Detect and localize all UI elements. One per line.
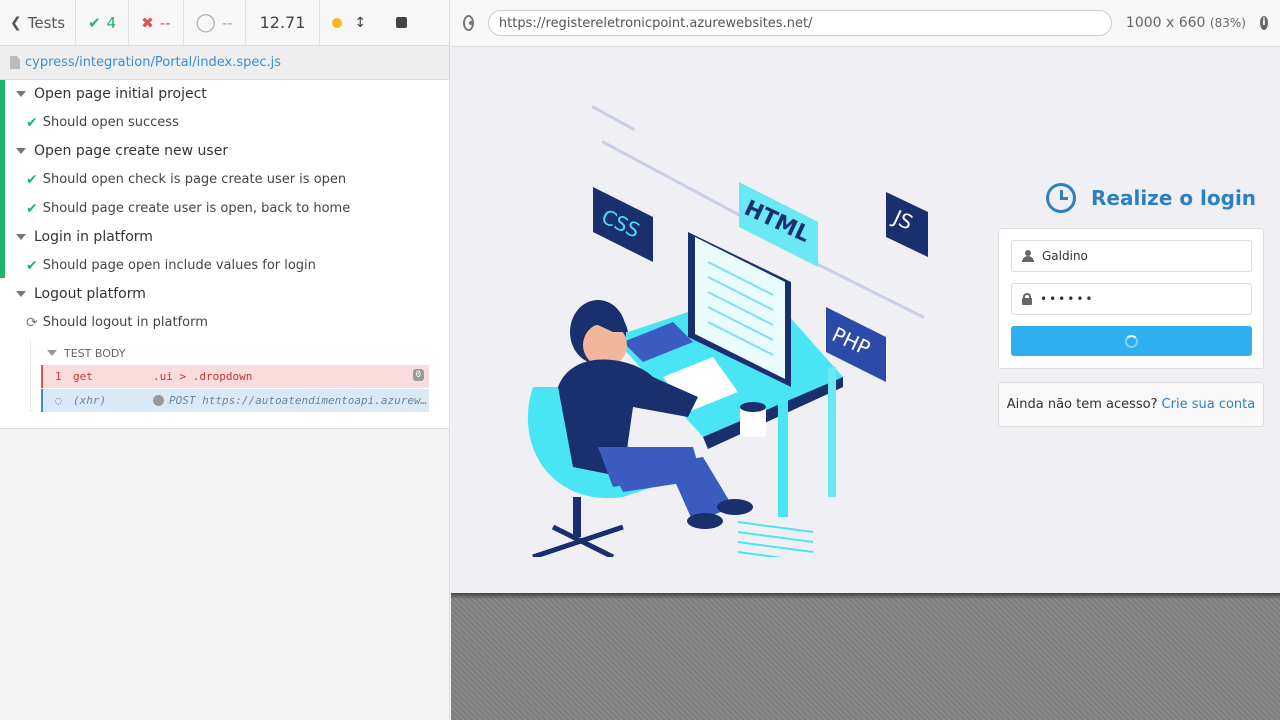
app-page: CSS HTML JS PHP Realize o login Galdino … bbox=[451, 47, 1280, 593]
runnables-list: Open page initial project ✔ Should open … bbox=[0, 80, 449, 429]
status-dot-icon bbox=[332, 17, 343, 28]
check-icon: ✔ bbox=[88, 13, 101, 32]
info-icon[interactable]: i bbox=[1259, 16, 1268, 30]
create-account-link[interactable]: Crie sua conta bbox=[1162, 397, 1256, 412]
username-field[interactable]: Galdino bbox=[1011, 240, 1252, 272]
spec-path[interactable]: cypress/integration/Portal/index.spec.js bbox=[25, 55, 281, 70]
url-field[interactable]: https://registereletronicpoint.azurewebs… bbox=[487, 10, 1112, 36]
tests-button[interactable]: ❮ Tests bbox=[0, 0, 77, 46]
x-icon: ✖ bbox=[141, 13, 154, 32]
command-row[interactable]: 1 get .ui > .dropdown 0 bbox=[41, 365, 429, 388]
suite-title[interactable]: Logout platform bbox=[0, 280, 449, 308]
failed-count: ✖ -- bbox=[129, 0, 184, 46]
clock-icon bbox=[1046, 183, 1076, 213]
refresh-icon: ⟳ bbox=[26, 314, 38, 331]
login-heading: Realize o login bbox=[1046, 183, 1256, 213]
user-icon bbox=[1022, 250, 1034, 262]
caret-down-icon bbox=[16, 234, 26, 240]
passed-count: ✔ 4 bbox=[76, 0, 130, 46]
aut-panel: https://registereletronicpoint.azurewebs… bbox=[451, 0, 1280, 720]
auto-scroll-icon[interactable]: ↕ bbox=[354, 15, 366, 31]
command-row-xhr[interactable]: ◌ (xhr) POST https://autoatendimentoapi.… bbox=[41, 389, 429, 412]
reporter-panel: ❮ Tests ✔ 4 ✖ -- ◯ -- 12.71 ↕ cypress/in… bbox=[0, 0, 450, 720]
pending-count: ◯ -- bbox=[184, 0, 246, 46]
loading-spinner-icon bbox=[1125, 334, 1138, 348]
stop-icon bbox=[396, 17, 408, 28]
url-bar: https://registereletronicpoint.azurewebs… bbox=[451, 0, 1280, 47]
circle-icon: ◯ bbox=[195, 12, 216, 33]
controls: ↕ bbox=[320, 15, 378, 31]
login-form: Galdino •••••• bbox=[998, 228, 1264, 369]
check-icon: ✔ bbox=[26, 114, 38, 131]
count-badge: 0 bbox=[412, 369, 424, 381]
caret-down-icon bbox=[16, 91, 26, 97]
test-body-header[interactable]: TEST BODY bbox=[41, 341, 449, 365]
caret-down-icon bbox=[47, 350, 57, 356]
viewport-info: 1000 x 660 (83%) bbox=[1125, 15, 1246, 31]
tests-label: Tests bbox=[27, 13, 66, 32]
stats-bar: ❮ Tests ✔ 4 ✖ -- ◯ -- 12.71 ↕ bbox=[0, 0, 449, 46]
selector-playground-icon[interactable] bbox=[463, 15, 474, 31]
check-icon: ✔ bbox=[26, 200, 38, 217]
test-item[interactable]: ✔ Should open check is page create user … bbox=[0, 165, 449, 194]
suite-title[interactable]: Open page create new user bbox=[0, 137, 449, 165]
page-shadow bbox=[451, 593, 1280, 599]
file-icon bbox=[10, 56, 20, 69]
caret-down-icon bbox=[16, 291, 26, 297]
signup-box: Ainda não tem acesso? Crie sua conta bbox=[998, 382, 1264, 427]
spinner-icon: ◌ bbox=[55, 394, 62, 407]
status-dot-icon bbox=[153, 395, 164, 406]
spec-file-bar: cypress/integration/Portal/index.spec.js bbox=[0, 46, 449, 80]
login-button[interactable] bbox=[1011, 326, 1252, 356]
test-item[interactable]: ✔ Should page open include values for lo… bbox=[0, 251, 449, 280]
password-field[interactable]: •••••• bbox=[1011, 283, 1252, 315]
developer-illustration: CSS HTML JS PHP bbox=[527, 105, 928, 557]
stop-button[interactable] bbox=[384, 17, 419, 28]
suite-title[interactable]: Open page initial project bbox=[0, 80, 449, 108]
cypress-runner: ❮ Tests ✔ 4 ✖ -- ◯ -- 12.71 ↕ cypress/in… bbox=[0, 0, 1280, 720]
command-log: TEST BODY 1 get .ui > .dropdown 0 ◌ (xhr… bbox=[30, 341, 449, 412]
lock-icon bbox=[1022, 293, 1032, 305]
check-icon: ✔ bbox=[26, 171, 38, 188]
duration: 12.71 bbox=[246, 0, 321, 46]
caret-down-icon bbox=[16, 148, 26, 154]
chevron-left-icon: ❮ bbox=[10, 14, 22, 31]
suite-title[interactable]: Login in platform bbox=[0, 223, 449, 251]
test-item[interactable]: ✔ Should page create user is open, back … bbox=[0, 194, 449, 223]
test-item-running[interactable]: ⟳ Should logout in platform bbox=[0, 308, 449, 337]
check-icon: ✔ bbox=[26, 257, 38, 274]
test-item[interactable]: ✔ Should open success bbox=[0, 108, 449, 137]
